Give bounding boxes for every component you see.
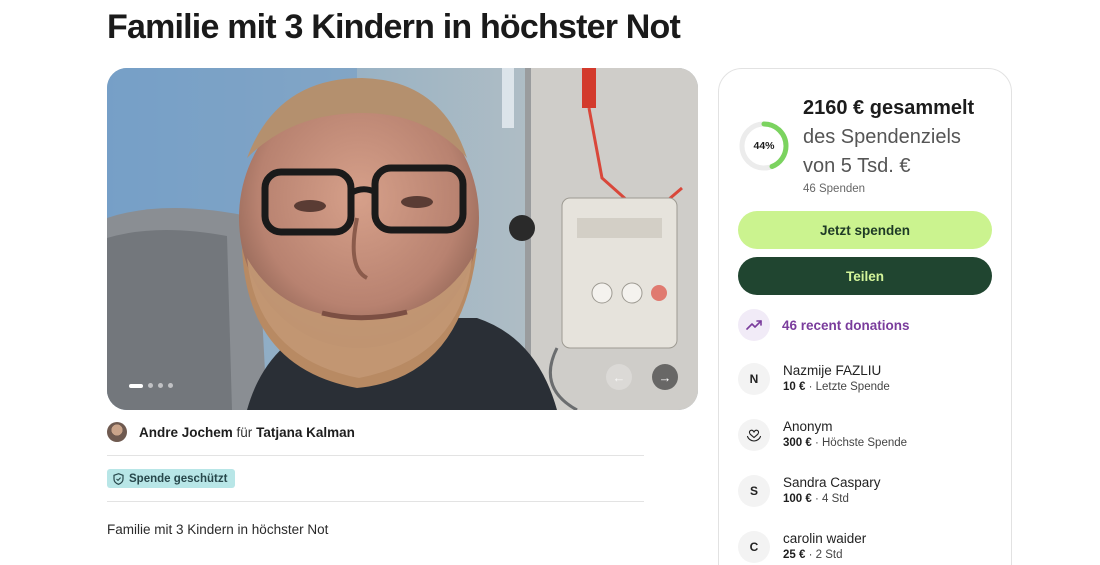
donor-name: Nazmije FAZLIU	[783, 363, 882, 378]
donor-amount: 300 €	[783, 437, 812, 449]
donation-card: 44% 2160 € gesammelt des Spendenziels vo…	[718, 68, 1012, 565]
donor-name: Anonym	[783, 419, 833, 434]
donor-note: · Höchste Spende	[811, 437, 908, 449]
previous-slide-button[interactable]: ←	[606, 364, 632, 390]
donor-item: Anonym 300 € · Höchste Spende	[738, 418, 907, 451]
organizer-avatar[interactable]	[107, 422, 127, 442]
share-button[interactable]: Teilen	[738, 257, 992, 295]
divider	[107, 501, 644, 502]
badge-label: Spende geschützt	[129, 472, 228, 485]
arrow-right-icon: →	[658, 369, 672, 385]
slide-dot[interactable]	[148, 383, 153, 388]
donate-button[interactable]: Jetzt spenden	[738, 211, 992, 249]
campaign-description: Familie mit 3 Kindern in höchster Not	[107, 522, 329, 537]
donor-name: carolin waider	[783, 531, 867, 546]
donor-note: · Letzte Spende	[805, 381, 890, 393]
progress-ring: 44%	[738, 120, 790, 172]
donor-amount: 25 €	[783, 549, 806, 561]
next-slide-button[interactable]: →	[652, 364, 678, 390]
organizer-connector: für	[236, 424, 253, 440]
divider	[107, 455, 644, 456]
donation-count: 46 Spenden	[803, 183, 866, 195]
campaign-photo[interactable]: ← →	[107, 68, 698, 410]
recent-donations-link[interactable]: 46 recent donations	[738, 309, 910, 341]
donor-name: Sandra Caspary	[783, 475, 881, 490]
donor-amount: 100 €	[783, 493, 812, 505]
slide-indicator[interactable]	[129, 383, 173, 388]
donor-initial: S	[738, 474, 770, 507]
goal-text: des Spendenziels	[803, 126, 961, 148]
recent-donations-label: 46 recent donations	[782, 317, 910, 333]
donor-item: S Sandra Caspary 100 € · 4 Std	[738, 474, 881, 507]
goal-amount: von 5 Tsd. €	[803, 155, 911, 177]
progress-percent: 44%	[753, 140, 775, 152]
donor-note: · 4 Std	[811, 493, 849, 505]
slide-dot[interactable]	[158, 383, 163, 388]
slide-dot[interactable]	[129, 383, 143, 388]
shield-icon	[113, 472, 124, 485]
amount-raised: 2160 € gesammelt	[803, 97, 975, 119]
donor-amount: 10 €	[783, 381, 806, 393]
donor-item: N Nazmije FAZLIU 10 € · Letzte Spende	[738, 362, 890, 395]
donor-item: C carolin waider 25 € · 2 Std	[738, 530, 866, 563]
protection-badge[interactable]: Spende geschützt	[107, 469, 236, 488]
page-title: Familie mit 3 Kindern in höchster Not	[107, 8, 681, 46]
trending-up-icon	[746, 320, 762, 330]
heart-hand-icon	[746, 429, 762, 442]
arrow-left-icon: ←	[612, 369, 626, 385]
donor-initial: N	[738, 362, 770, 395]
organizer-line: Andre Jochem für Tatjana Kalman	[107, 422, 355, 442]
beneficiary-name[interactable]: Tatjana Kalman	[256, 425, 355, 440]
donor-note: · 2 Std	[805, 549, 843, 561]
donor-initial: C	[738, 530, 770, 563]
slide-dot[interactable]	[168, 383, 173, 388]
photo-image	[107, 68, 698, 410]
organizer-name[interactable]: Andre Jochem	[139, 425, 233, 440]
